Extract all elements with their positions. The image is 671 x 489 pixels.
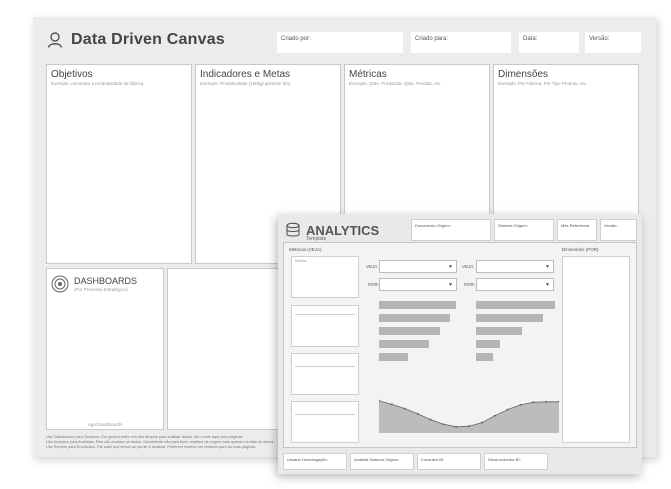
bar-chart-left xyxy=(379,301,475,371)
canvas-header: Data Driven Canvas Criado por: Criado pa… xyxy=(33,17,656,61)
area-point xyxy=(403,407,406,410)
database-icon xyxy=(285,222,301,238)
date-field[interactable]: Data: xyxy=(519,32,579,53)
reference-month-field[interactable]: Mês Referência: xyxy=(557,219,597,241)
area-point xyxy=(493,414,496,417)
bar xyxy=(379,353,408,361)
metric-divider xyxy=(295,414,355,415)
bar xyxy=(476,353,493,361)
analytics-body: Métricas (VEJA) Dimensões (POR) Métrica … xyxy=(283,242,637,448)
version-field[interactable]: Versão: xyxy=(585,32,641,53)
canvas-title: Data Driven Canvas xyxy=(71,31,225,48)
panel-dashboards-extra[interactable] xyxy=(167,268,285,430)
metric-divider xyxy=(295,366,355,367)
metrics-label: Métricas (VEJA) xyxy=(289,247,322,252)
metric-box[interactable]: Métrica xyxy=(291,256,359,298)
area-point xyxy=(468,425,470,428)
dimensions-label: Dimensões (POR) xyxy=(562,247,599,252)
area-point xyxy=(429,418,432,421)
bar xyxy=(476,314,543,322)
bar xyxy=(379,301,456,309)
panel-dashboards[interactable]: DASHBOARDS (Por Processo Estratégico) Ag… xyxy=(46,268,164,430)
metric-box[interactable] xyxy=(291,305,359,347)
metric-divider xyxy=(295,314,355,315)
area-fill xyxy=(379,400,559,433)
area-chart-svg xyxy=(379,399,559,433)
source-document-field[interactable]: Documento Origem: xyxy=(411,219,491,241)
panel-title: Métricas xyxy=(349,69,387,80)
bi-consultant-field[interactable]: Consultor BI: xyxy=(417,453,481,470)
chevron-down-icon: ▼ xyxy=(448,264,453,270)
metric-box[interactable] xyxy=(291,353,359,395)
target-icon xyxy=(51,275,69,293)
por-select-left[interactable]: ▼ xyxy=(379,278,457,291)
dashboards-bottom-label: Agul Dashboards xyxy=(87,422,123,427)
bar-chart-right xyxy=(476,301,572,371)
por-select-right[interactable]: ▼ xyxy=(476,278,554,291)
veja-select-left[interactable]: ▼ xyxy=(379,260,457,273)
analytics-version-field[interactable]: Versão: xyxy=(600,219,637,241)
bar xyxy=(379,327,440,335)
bi-developer-field[interactable]: Desenvolvedor BI: xyxy=(484,453,548,470)
chevron-down-icon: ▼ xyxy=(545,282,550,288)
bar xyxy=(379,314,450,322)
bar xyxy=(379,340,429,348)
created-for-field[interactable]: Criado para: xyxy=(411,32,511,53)
panel-title: Dimensões xyxy=(498,69,549,80)
area-point xyxy=(455,425,458,428)
panel-title: Indicadores e Metas xyxy=(200,69,291,80)
metric-box[interactable] xyxy=(291,401,359,443)
footnote-line: Use Reports para Envolvidos. Ele sabe qu… xyxy=(46,445,257,449)
area-point xyxy=(442,423,445,426)
chevron-down-icon: ▼ xyxy=(545,264,550,270)
area-point xyxy=(390,403,393,406)
por-label: POR: xyxy=(464,282,476,287)
area-point xyxy=(506,408,509,411)
dashboards-header: DASHBOARDS (Por Processo Estratégico) xyxy=(51,275,159,293)
veja-label: VEJA: xyxy=(366,264,379,269)
dimensions-box[interactable] xyxy=(562,256,630,443)
por-label: POR: xyxy=(368,282,380,287)
panel-objetivos[interactable]: Objetivos Exemplo: Aumentar a produtivid… xyxy=(46,64,192,264)
user-icon xyxy=(47,32,63,48)
panel-title: Objetivos xyxy=(51,69,93,80)
veja-select-right[interactable]: ▼ xyxy=(476,260,554,273)
source-system-field[interactable]: Sistema Origem: xyxy=(494,219,554,241)
area-point xyxy=(480,421,483,424)
approval-user-field[interactable]: Usuário Homologação: xyxy=(283,453,347,470)
metric-placeholder: Métrica xyxy=(295,259,307,263)
panel-example: Exemplo: Qtde. Produzida, Qtde. Perdida,… xyxy=(349,81,442,86)
panel-example: Exemplo: Aumentar a produtividade da fáb… xyxy=(51,81,145,86)
area-point xyxy=(532,401,535,404)
bar xyxy=(476,327,522,335)
source-analyst-field[interactable]: Analista Sistema Origem: xyxy=(350,453,414,470)
area-chart xyxy=(379,381,559,433)
area-point xyxy=(416,412,419,415)
area-point xyxy=(519,403,522,406)
chevron-down-icon: ▼ xyxy=(448,282,453,288)
created-by-field[interactable]: Criado por: xyxy=(277,32,403,53)
panel-example: Exemplo: Por Fábrica, Por Tipo Produto, … xyxy=(498,81,588,86)
panel-example: Exemplo: Produtividade (100kg/ gerente/ … xyxy=(200,81,291,86)
dashboards-title: DASHBOARDS xyxy=(74,276,138,286)
analytics-template-sheet: ANALYTICS Template Documento Origem: Sis… xyxy=(278,214,642,474)
dashboards-subtitle: (Por Processo Estratégico) xyxy=(74,287,128,292)
canvas-footnotes: Use Dashboards para Gestores. Em geral é… xyxy=(46,435,286,450)
area-point xyxy=(545,400,548,403)
bar xyxy=(476,340,500,348)
veja-label: VEJA: xyxy=(462,264,475,269)
bar xyxy=(476,301,555,309)
canvas-title-group: Data Driven Canvas xyxy=(47,31,225,49)
